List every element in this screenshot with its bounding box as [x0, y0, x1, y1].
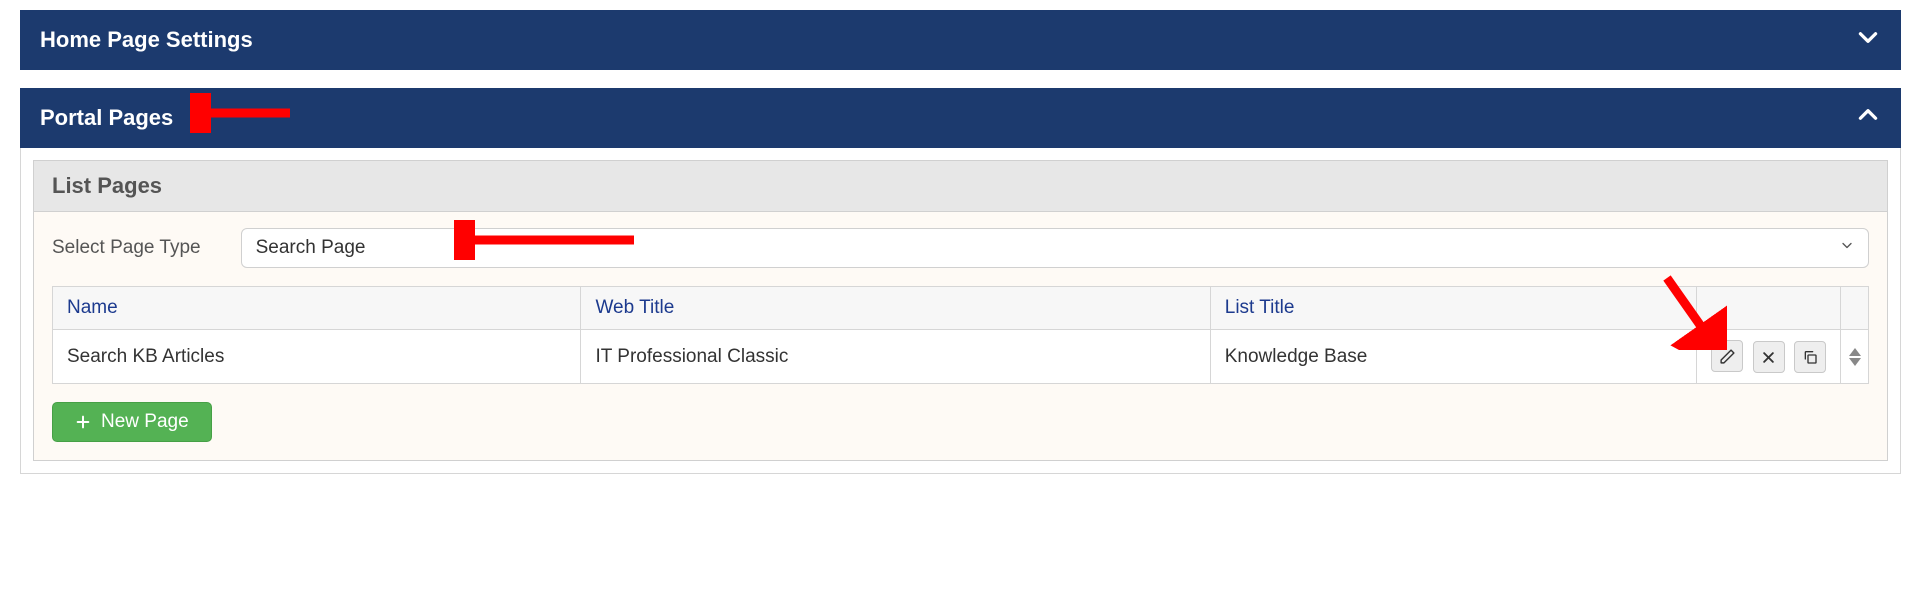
panel-body-portal-pages: List Pages Select Page Type Search Page: [20, 148, 1901, 474]
sub-header-list-pages: List Pages: [33, 160, 1888, 212]
col-actions: [1697, 287, 1841, 330]
cell-list-title: Knowledge Base: [1210, 330, 1697, 384]
list-pages-block: Select Page Type Search Page Name Web: [33, 212, 1888, 461]
new-page-button[interactable]: New Page: [52, 402, 212, 442]
plus-icon: [75, 414, 91, 430]
pages-table: Name Web Title List Title Search KB Arti…: [52, 286, 1869, 384]
new-page-label: New Page: [101, 411, 189, 433]
cell-web-title: IT Professional Classic: [581, 330, 1210, 384]
edit-button[interactable]: [1711, 340, 1743, 372]
col-web-title[interactable]: Web Title: [581, 287, 1210, 330]
cell-actions: [1697, 330, 1841, 384]
col-sort: [1841, 287, 1869, 330]
delete-button[interactable]: [1753, 341, 1785, 373]
panel-header-portal-pages[interactable]: Portal Pages: [20, 88, 1901, 148]
pencil-icon: [1719, 348, 1736, 365]
select-page-type-wrap: Search Page: [241, 228, 1869, 268]
copy-button[interactable]: [1794, 341, 1826, 373]
close-icon: [1761, 350, 1776, 365]
select-page-type-row: Select Page Type Search Page: [52, 228, 1869, 268]
panel-home-page-settings: Home Page Settings: [20, 10, 1901, 70]
select-page-type[interactable]: Search Page: [241, 228, 1869, 268]
move-down-button[interactable]: [1841, 357, 1868, 367]
panel-header-home-page-settings[interactable]: Home Page Settings: [20, 10, 1901, 70]
cell-sort: [1841, 330, 1869, 384]
col-name[interactable]: Name: [53, 287, 581, 330]
select-page-type-label: Select Page Type: [52, 237, 201, 259]
caret-up-icon: [1849, 348, 1861, 356]
move-up-button[interactable]: [1841, 347, 1868, 357]
chevron-down-icon: [1855, 24, 1881, 56]
cell-name: Search KB Articles: [53, 330, 581, 384]
panel-title: Home Page Settings: [40, 27, 253, 53]
panel-portal-pages: Portal Pages List Pages Select Page Type…: [20, 88, 1901, 474]
chevron-up-icon: [1855, 102, 1881, 134]
table-header-row: Name Web Title List Title: [53, 287, 1869, 330]
table-row: Search KB Articles IT Professional Class…: [53, 330, 1869, 384]
col-list-title[interactable]: List Title: [1210, 287, 1697, 330]
panel-title: Portal Pages: [40, 105, 173, 131]
caret-down-icon: [1849, 358, 1861, 366]
copy-icon: [1802, 349, 1818, 365]
